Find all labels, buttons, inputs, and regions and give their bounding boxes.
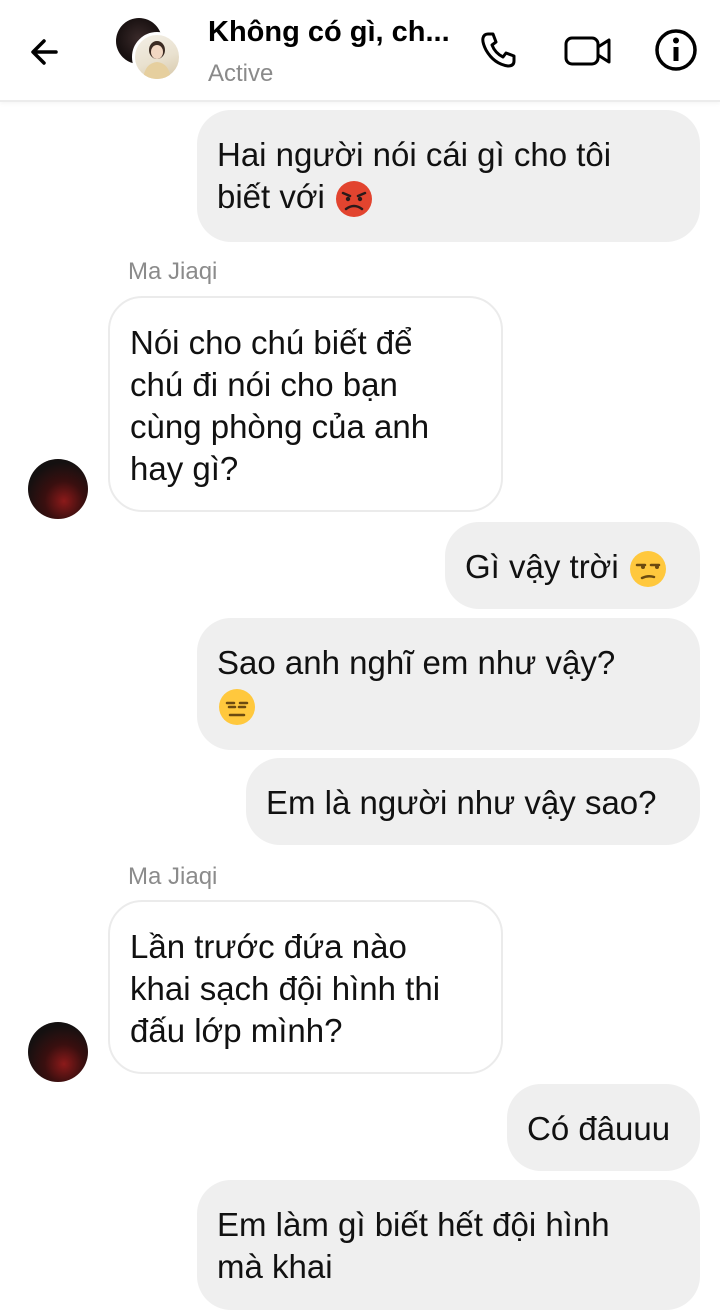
call-button[interactable] (474, 26, 522, 74)
sender-name: Ma Jiaqi (128, 863, 218, 890)
unamused-face-icon (629, 551, 666, 588)
phone-icon (481, 32, 516, 68)
message-text: Gì vậy trời (465, 548, 619, 585)
message-text: biết với (217, 178, 325, 215)
message-text-line (217, 684, 680, 727)
sender-name: Ma Jiaqi (128, 258, 218, 285)
message-text-line: Hai người nói cái gì cho tôi (217, 136, 612, 173)
video-call-button[interactable] (562, 26, 614, 74)
message-text-line: đấu lớp mình? (130, 1012, 343, 1049)
message-bubble-outgoing[interactable]: Hai người nói cái gì cho tôi biết với (197, 110, 700, 242)
message-bubble-incoming[interactable]: Lần trước đứa nào khai sạch đội hình thi… (108, 900, 503, 1074)
message-text-line: biết với (217, 176, 680, 219)
message-bubble-outgoing[interactable]: Em làm gì biết hết đội hình mà khai (197, 1180, 700, 1310)
chat-title[interactable]: Không có gì, ch... (208, 16, 458, 49)
message-text-line: Lần trước đứa nào (130, 928, 407, 965)
message-text-line: cùng phòng của anh (130, 408, 430, 445)
message-bubble-incoming[interactable]: Nói cho chú biết để chú đi nói cho bạn c… (108, 296, 503, 512)
back-button[interactable] (22, 30, 70, 74)
sender-avatar[interactable] (28, 1022, 88, 1082)
active-status: Active (208, 60, 274, 87)
message-text-line: hay gì? (130, 450, 239, 487)
message-text-line: chú đi nói cho bạn (130, 366, 398, 403)
sender-avatar[interactable] (28, 459, 88, 519)
message-text-line: Nói cho chú biết để (130, 324, 413, 361)
avatar-primary (132, 32, 182, 82)
info-icon (655, 29, 697, 71)
info-button[interactable] (652, 26, 700, 74)
message-text-line: khai sạch đội hình thi (130, 970, 441, 1007)
message-bubble-outgoing[interactable]: Sao anh nghĩ em như vậy? (197, 618, 700, 750)
message-text-line: Em là người như vậy sao? (266, 784, 657, 821)
message-bubble-outgoing[interactable]: Có đâuuu (507, 1084, 700, 1171)
contact-avatar[interactable] (116, 18, 182, 84)
video-camera-icon (564, 36, 611, 66)
back-arrow-icon (31, 39, 58, 65)
chat-header: Không có gì, ch... Active (0, 0, 720, 102)
message-bubble-outgoing[interactable]: Gì vậy trời (445, 522, 700, 609)
message-text-line: Có đâuuu (527, 1110, 671, 1147)
message-text-line: Sao anh nghĩ em như vậy? (217, 644, 616, 681)
pouting-face-icon (336, 181, 373, 218)
message-bubble-outgoing[interactable]: Em là người như vậy sao? (246, 758, 700, 845)
expressionless-face-icon (219, 689, 255, 726)
message-text-line: mà khai (217, 1248, 333, 1285)
chat-screen: Không có gì, ch... Active Hai người nói … (0, 0, 720, 1315)
message-text-line: Em làm gì biết hết đội hình (217, 1206, 610, 1243)
